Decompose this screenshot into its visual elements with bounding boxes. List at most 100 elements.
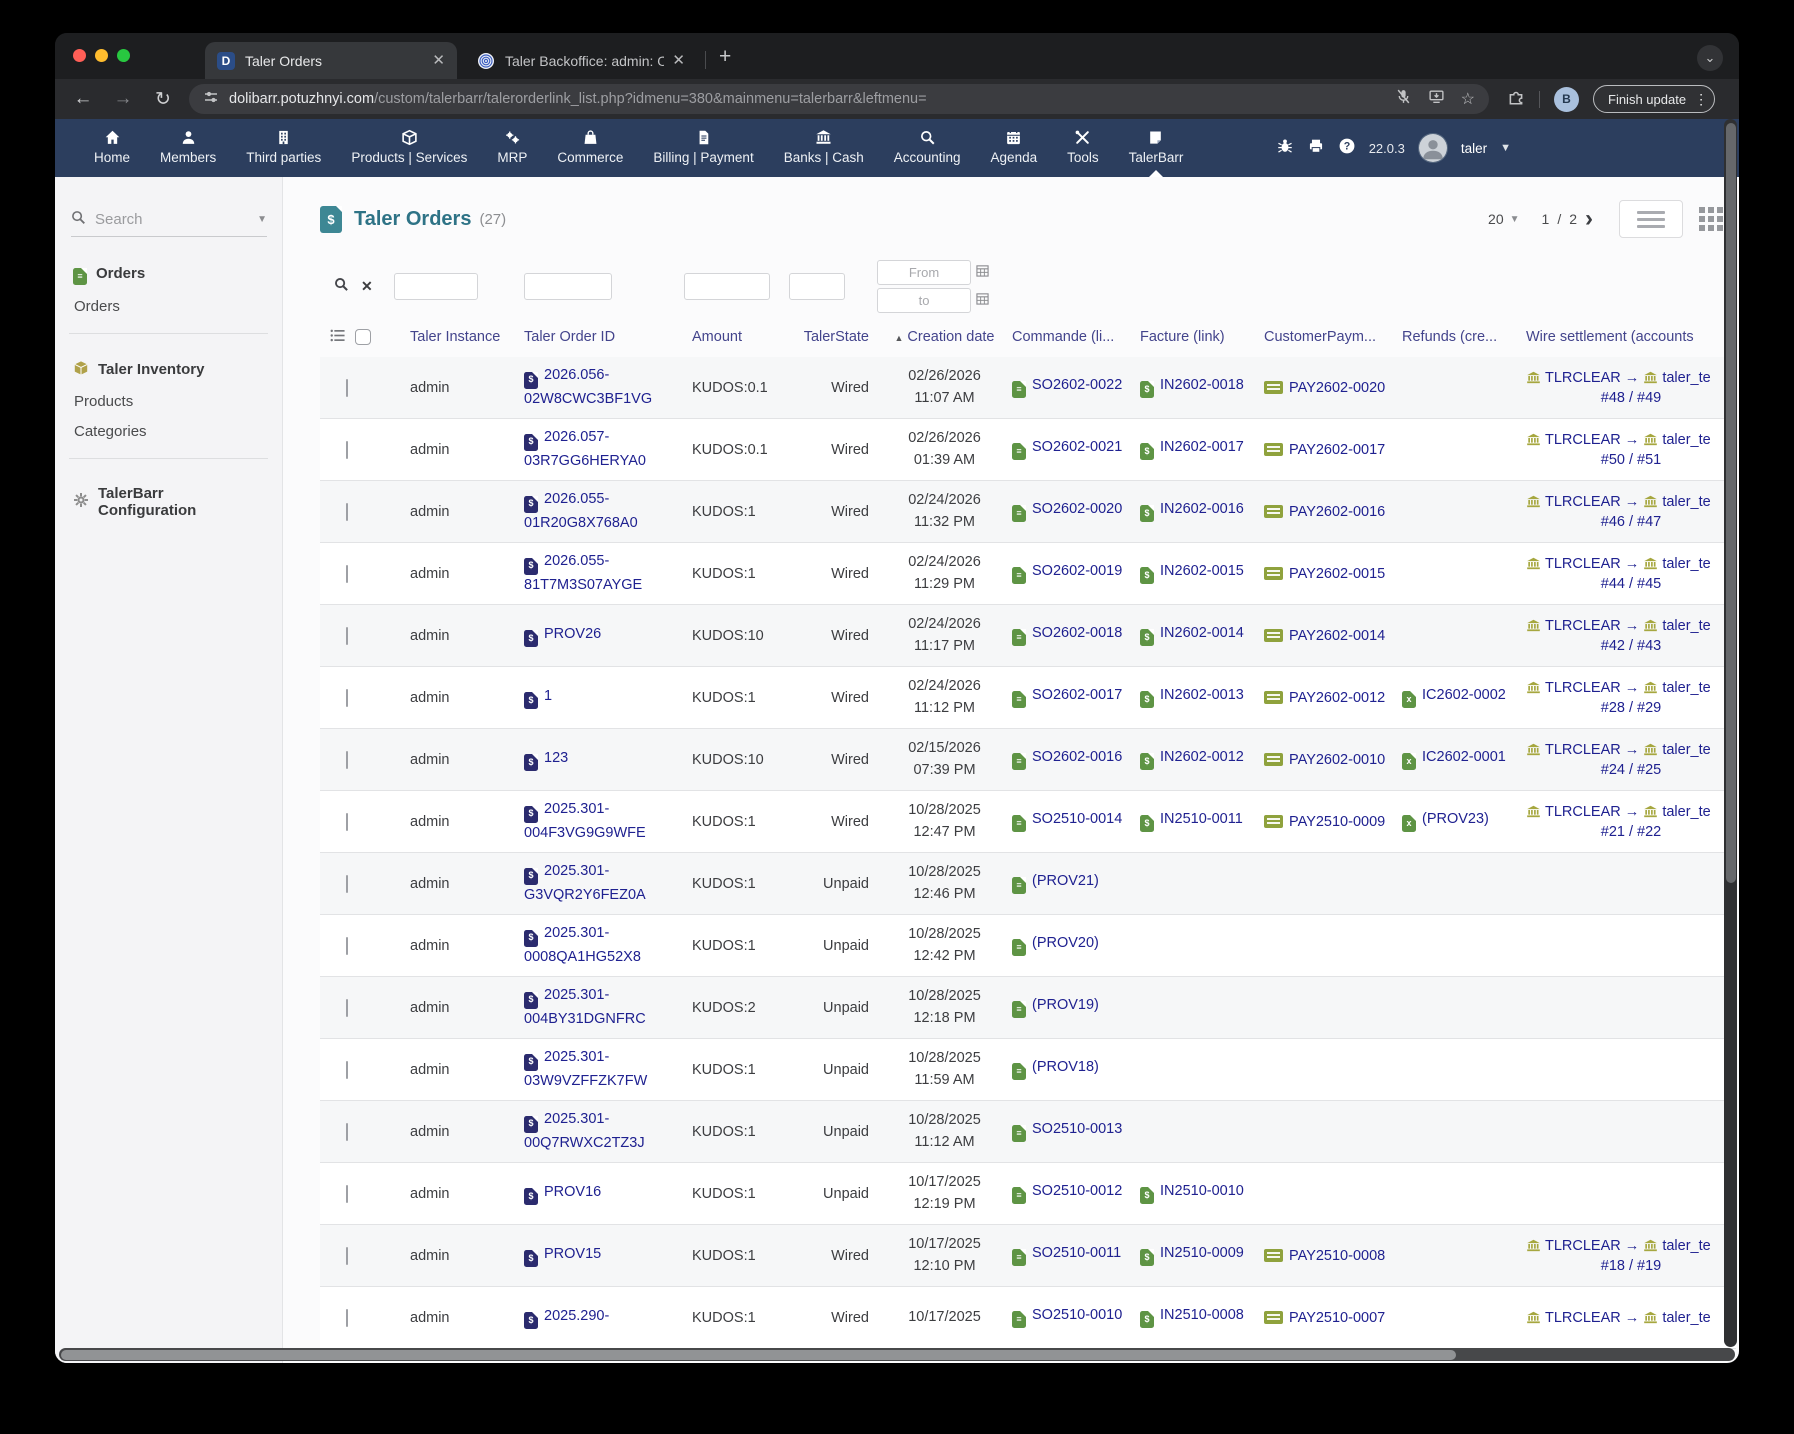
browser-tab-active[interactable]: D Taler Orders ✕	[205, 42, 457, 79]
wire-to-account[interactable]: taler_te	[1662, 680, 1710, 696]
column-header-label[interactable]: Amount	[692, 329, 742, 345]
column-header-1[interactable]: Taler Instance	[394, 329, 524, 345]
sidebar-item-products[interactable]: Products	[74, 393, 264, 410]
column-header-label[interactable]: Commande (li...	[1012, 329, 1114, 345]
payment-link[interactable]: PAY2602-0010	[1289, 752, 1385, 768]
commande-link[interactable]: SO2602-0019	[1032, 563, 1122, 579]
commande-link[interactable]: (PROV19)	[1032, 997, 1099, 1013]
next-page-button[interactable]: ›	[1585, 207, 1593, 231]
payment-link[interactable]: PAY2602-0016	[1289, 504, 1385, 520]
commande-link[interactable]: SO2602-0016	[1032, 749, 1122, 765]
maximize-window-button[interactable]	[117, 49, 130, 62]
filter-instance-input[interactable]	[394, 273, 478, 300]
user-menu[interactable]: taler	[1461, 141, 1487, 156]
column-header-label[interactable]: Facture (link)	[1140, 329, 1225, 345]
column-header-6[interactable]: Commande (li...	[1012, 329, 1140, 345]
column-header-3[interactable]: Amount	[684, 329, 789, 345]
payment-link[interactable]: PAY2602-0020	[1289, 380, 1385, 396]
commande-link[interactable]: SO2510-0012	[1032, 1183, 1122, 1199]
print-icon[interactable]	[1307, 137, 1325, 160]
commande-link[interactable]: (PROV18)	[1032, 1059, 1099, 1075]
payment-link[interactable]: PAY2510-0009	[1289, 814, 1385, 830]
browser-menu-icon[interactable]: ⋮	[1694, 91, 1708, 108]
wire-from-account[interactable]: TLRCLEAR	[1545, 680, 1621, 696]
topmenu-item-members[interactable]: Members	[145, 119, 231, 177]
column-header-label[interactable]: CustomerPaym...	[1264, 329, 1376, 345]
filter-clear-button[interactable]: ✕	[361, 278, 373, 295]
reload-button[interactable]: ↻	[151, 88, 175, 111]
facture-link[interactable]: IN2602-0015	[1160, 563, 1244, 579]
wire-to-account[interactable]: taler_te	[1662, 618, 1710, 634]
row-checkbox[interactable]	[346, 937, 348, 955]
column-header-10[interactable]: Wire settlement (accounts	[1526, 329, 1736, 345]
taler-order-link[interactable]: 123	[544, 750, 568, 766]
horizontal-scrollbar[interactable]	[59, 1348, 1735, 1361]
facture-link[interactable]: IN2602-0012	[1160, 749, 1244, 765]
commande-link[interactable]: SO2510-0014	[1032, 811, 1122, 827]
row-checkbox[interactable]	[346, 1309, 348, 1327]
row-checkbox[interactable]	[346, 1247, 348, 1265]
wire-from-account[interactable]: TLRCLEAR	[1545, 742, 1621, 758]
tab-search-button[interactable]: ⌄	[1697, 45, 1723, 71]
refund-link[interactable]: (PROV23)	[1422, 811, 1489, 827]
calendar-icon[interactable]	[976, 264, 989, 281]
wire-from-account[interactable]: TLRCLEAR	[1545, 804, 1621, 820]
calendar-icon[interactable]	[976, 292, 989, 309]
facture-link[interactable]: IN2510-0009	[1160, 1245, 1244, 1261]
taler-order-link[interactable]: 2025.301-00Q7RWXC2TZ3J	[524, 1111, 645, 1150]
wire-to-account[interactable]: taler_te	[1662, 494, 1710, 510]
back-button[interactable]: ←	[71, 88, 95, 110]
vertical-scrollbar-thumb[interactable]	[1726, 123, 1736, 883]
taler-order-link[interactable]: 2026.057-03R7GG6HERYA0	[524, 429, 646, 468]
column-header-5[interactable]: ▲Creation date	[877, 329, 1012, 345]
wire-from-account[interactable]: TLRCLEAR	[1545, 370, 1621, 386]
wire-from-account[interactable]: TLRCLEAR	[1545, 494, 1621, 510]
commande-link[interactable]: SO2510-0011	[1032, 1245, 1121, 1261]
select-all-checkbox[interactable]	[355, 329, 371, 345]
column-header-label[interactable]: Wire settlement (accounts	[1526, 329, 1694, 345]
taler-order-link[interactable]: 2026.056-02W8CWC3BF1VG	[524, 367, 652, 406]
horizontal-scrollbar-thumb[interactable]	[61, 1350, 1456, 1360]
payment-link[interactable]: PAY2602-0015	[1289, 566, 1385, 582]
list-view-button[interactable]	[1619, 200, 1683, 238]
taler-order-link[interactable]: 2026.055-81T7M3S07AYGE	[524, 553, 642, 592]
commande-link[interactable]: SO2602-0020	[1032, 501, 1122, 517]
topmenu-item-billing-payment[interactable]: Billing | Payment	[638, 119, 768, 177]
wire-to-account[interactable]: taler_te	[1662, 804, 1710, 820]
row-checkbox[interactable]	[346, 875, 348, 893]
filter-orderid-input[interactable]	[524, 273, 612, 300]
wire-from-account[interactable]: TLRCLEAR	[1545, 556, 1621, 572]
topmenu-item-talerbarr[interactable]: TalerBarr	[1114, 119, 1199, 177]
payment-link[interactable]: PAY2510-0008	[1289, 1248, 1385, 1264]
finish-update-button[interactable]: Finish update ⋮	[1593, 85, 1715, 113]
commande-link[interactable]: SO2602-0018	[1032, 625, 1122, 641]
extensions-puzzle-icon[interactable]	[1507, 88, 1525, 111]
filter-amount-input[interactable]	[684, 273, 770, 300]
user-avatar[interactable]	[1418, 133, 1448, 163]
row-checkbox[interactable]	[346, 1061, 348, 1079]
debug-bug-icon[interactable]	[1276, 137, 1294, 160]
facture-link[interactable]: IN2602-0014	[1160, 625, 1244, 641]
taler-order-link[interactable]: 2025.301-G3VQR2Y6FEZ0A	[524, 863, 646, 902]
topmenu-item-tools[interactable]: Tools	[1052, 119, 1114, 177]
payment-link[interactable]: PAY2602-0014	[1289, 628, 1385, 644]
facture-link[interactable]: IN2510-0008	[1160, 1307, 1244, 1323]
taler-order-link[interactable]: 2026.055-01R20G8X768A0	[524, 491, 638, 530]
search-options-chevron-icon[interactable]: ▼	[257, 214, 267, 225]
column-header-label[interactable]: Creation date	[907, 329, 994, 345]
taler-order-link[interactable]: PROV26	[544, 626, 601, 642]
wire-from-account[interactable]: TLRCLEAR	[1545, 618, 1621, 634]
commande-link[interactable]: SO2510-0010	[1032, 1307, 1122, 1323]
taler-order-link[interactable]: 2025.301-03W9VZFFZK7FW	[524, 1049, 647, 1088]
filter-search-button[interactable]	[334, 277, 349, 296]
taler-order-link[interactable]: 1	[544, 688, 552, 704]
row-checkbox[interactable]	[346, 999, 348, 1017]
column-selector-icon[interactable]	[330, 329, 345, 346]
taler-order-link[interactable]: 2025.290-	[544, 1308, 609, 1324]
vertical-scrollbar[interactable]	[1724, 119, 1737, 1347]
column-header-8[interactable]: CustomerPaym...	[1264, 329, 1402, 345]
column-header-9[interactable]: Refunds (cre...	[1402, 329, 1526, 345]
taler-order-link[interactable]: 2025.301-0008QA1HG52X8	[524, 925, 641, 964]
sidebar-item-categories[interactable]: Categories	[74, 423, 264, 440]
mic-blocked-icon[interactable]	[1395, 88, 1412, 110]
